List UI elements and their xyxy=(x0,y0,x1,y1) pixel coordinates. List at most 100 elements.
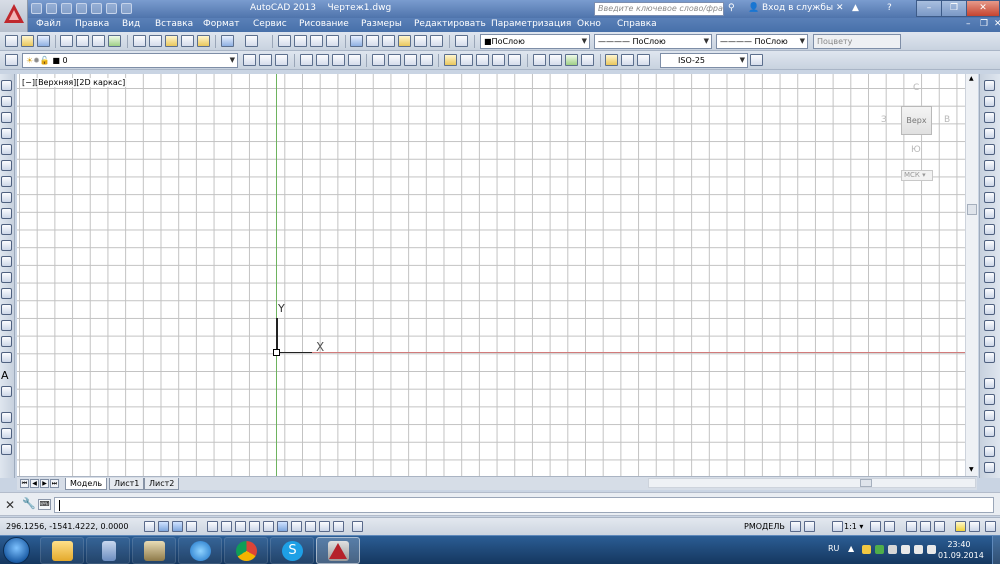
workspace-switching-icon[interactable] xyxy=(906,521,917,532)
array-icon[interactable] xyxy=(984,144,995,155)
redo-icon[interactable] xyxy=(245,35,258,47)
stretch-icon[interactable] xyxy=(984,208,995,219)
quick-view-layouts-icon[interactable] xyxy=(790,521,801,532)
table-icon[interactable] xyxy=(1,352,12,363)
draworder-above-icon[interactable] xyxy=(984,410,995,421)
tolerance-icon[interactable] xyxy=(533,54,546,66)
taskbar-calculator[interactable] xyxy=(86,537,130,564)
modify-rotate-icon[interactable] xyxy=(1,428,12,439)
gradient-icon[interactable] xyxy=(1,320,12,331)
taskbar-chrome[interactable] xyxy=(224,537,268,564)
new-icon[interactable] xyxy=(5,35,18,47)
dimension-style-select[interactable]: ISO-25 ▼ xyxy=(660,53,748,68)
prev-tab-icon[interactable]: ◀ xyxy=(30,479,39,488)
zoom-previous-icon[interactable] xyxy=(326,35,339,47)
vertical-scrollbar[interactable]: ▲ ▼ xyxy=(965,74,978,476)
taskbar-explorer[interactable] xyxy=(40,537,84,564)
polar-tracking-icon[interactable] xyxy=(207,521,218,532)
status-menu-icon[interactable] xyxy=(969,521,980,532)
quickcalc-icon[interactable] xyxy=(430,35,443,47)
exchange-icon[interactable]: ✕ xyxy=(836,3,844,13)
move-icon[interactable] xyxy=(984,160,995,171)
tray-volume-icon[interactable] xyxy=(927,545,936,554)
horizontal-scrollbar[interactable] xyxy=(648,478,976,488)
zoom-realtime-icon[interactable] xyxy=(294,35,307,47)
plot-icon[interactable] xyxy=(60,35,73,47)
trim-icon[interactable] xyxy=(984,224,995,235)
tool-palettes-icon[interactable] xyxy=(382,35,395,47)
binoculars-icon[interactable]: ⚲ xyxy=(728,3,735,13)
rectangle-icon[interactable] xyxy=(1,144,12,155)
dimension-update-icon[interactable] xyxy=(637,54,650,66)
menu-view[interactable]: Вид xyxy=(122,19,140,29)
lineweight-control-select[interactable]: ———— ПоСлою ▼ xyxy=(716,34,808,49)
pan-icon[interactable] xyxy=(278,35,291,47)
break-icon[interactable] xyxy=(984,272,995,283)
scroll-down-icon[interactable]: ▼ xyxy=(969,466,974,473)
menu-help[interactable]: Справка xyxy=(617,19,657,29)
taskbar-skype[interactable]: S xyxy=(270,537,314,564)
tray-expand-icon[interactable]: ▲ xyxy=(848,544,854,553)
tray-update-icon[interactable] xyxy=(875,545,884,554)
arc-length-icon[interactable] xyxy=(332,54,345,66)
circle-icon[interactable] xyxy=(1,176,12,187)
next-tab-icon[interactable]: ▶ xyxy=(40,479,49,488)
qat-plot-icon[interactable] xyxy=(121,3,132,14)
continue-dimension-icon[interactable] xyxy=(476,54,489,66)
viewcube-wcs-menu[interactable]: МСК ▾ xyxy=(901,170,933,181)
infer-constraints-icon[interactable] xyxy=(144,521,155,532)
viewcube-north[interactable]: С xyxy=(913,83,919,93)
doc-restore-icon[interactable]: ❐ xyxy=(980,19,988,29)
doc-close-icon[interactable]: ✕ xyxy=(994,19,1000,29)
erase-icon[interactable] xyxy=(984,80,995,91)
menu-window[interactable]: Окно xyxy=(577,19,601,29)
center-mark-icon[interactable] xyxy=(549,54,562,66)
user-icon[interactable]: 👤 xyxy=(748,3,759,13)
menu-modify[interactable]: Редактировать xyxy=(414,19,486,29)
3d-object-snap-icon[interactable] xyxy=(235,521,246,532)
model-space-toggle[interactable]: РМОДЕЛЬ xyxy=(744,522,785,531)
mirror-icon[interactable] xyxy=(984,112,995,123)
inspection-icon[interactable] xyxy=(565,54,578,66)
drawing-area[interactable]: [−][Верхняя][2D каркас] Y X xyxy=(17,74,965,476)
dimension-style-icon[interactable] xyxy=(750,54,763,66)
layer-control-select[interactable]: ☀✹🔓 ■ 0 ▼ xyxy=(22,53,238,68)
revision-cloud-icon[interactable] xyxy=(1,192,12,203)
auto-scale-icon[interactable] xyxy=(884,521,895,532)
taskbar-ie[interactable] xyxy=(178,537,222,564)
menu-format[interactable]: Формат xyxy=(203,19,240,29)
quick-properties-icon[interactable] xyxy=(319,521,330,532)
close-icon[interactable]: ✕ xyxy=(5,498,15,512)
autodesk-a360-icon[interactable]: ▲ xyxy=(852,3,859,13)
menu-tools[interactable]: Сервис xyxy=(253,19,287,29)
draworder-below-icon[interactable] xyxy=(984,426,995,437)
signin-link[interactable]: Вход в службы xyxy=(762,3,833,13)
lineweight-toggle-icon[interactable] xyxy=(291,521,302,532)
dimension-space-icon[interactable] xyxy=(492,54,505,66)
viewcube-south[interactable]: Ю xyxy=(911,145,921,155)
radius-dimension-icon[interactable] xyxy=(372,54,385,66)
last-tab-icon[interactable]: ⏭ xyxy=(50,479,59,488)
help-icon[interactable]: ? xyxy=(887,3,892,13)
draworder-back-icon[interactable] xyxy=(984,394,995,405)
spline-icon[interactable] xyxy=(1,208,12,219)
layer-properties-icon[interactable] xyxy=(5,54,18,66)
command-input[interactable] xyxy=(54,497,994,513)
color-control-select[interactable]: ■ПоСлою ▼ xyxy=(480,34,590,49)
annotation-scale-select[interactable]: 1:1 ▾ xyxy=(844,522,863,531)
make-layer-current-icon[interactable] xyxy=(243,54,256,66)
line-icon[interactable] xyxy=(1,80,12,91)
join-icon[interactable] xyxy=(984,288,995,299)
language-indicator[interactable]: RU xyxy=(828,544,839,553)
qat-open-icon[interactable] xyxy=(46,3,57,14)
extend-icon[interactable] xyxy=(984,240,995,251)
system-clock[interactable]: 23:40 01.09.2014 xyxy=(938,539,984,561)
dimension-text-edit-icon[interactable] xyxy=(621,54,634,66)
qat-new-icon[interactable] xyxy=(31,3,42,14)
properties-icon[interactable] xyxy=(350,35,363,47)
transparency-toggle-icon[interactable] xyxy=(305,521,316,532)
grid-display-icon[interactable] xyxy=(172,521,183,532)
tab-model[interactable]: Модель xyxy=(65,478,108,490)
insert-block-icon[interactable] xyxy=(1,256,12,267)
annotation-scale-icon[interactable] xyxy=(832,521,843,532)
